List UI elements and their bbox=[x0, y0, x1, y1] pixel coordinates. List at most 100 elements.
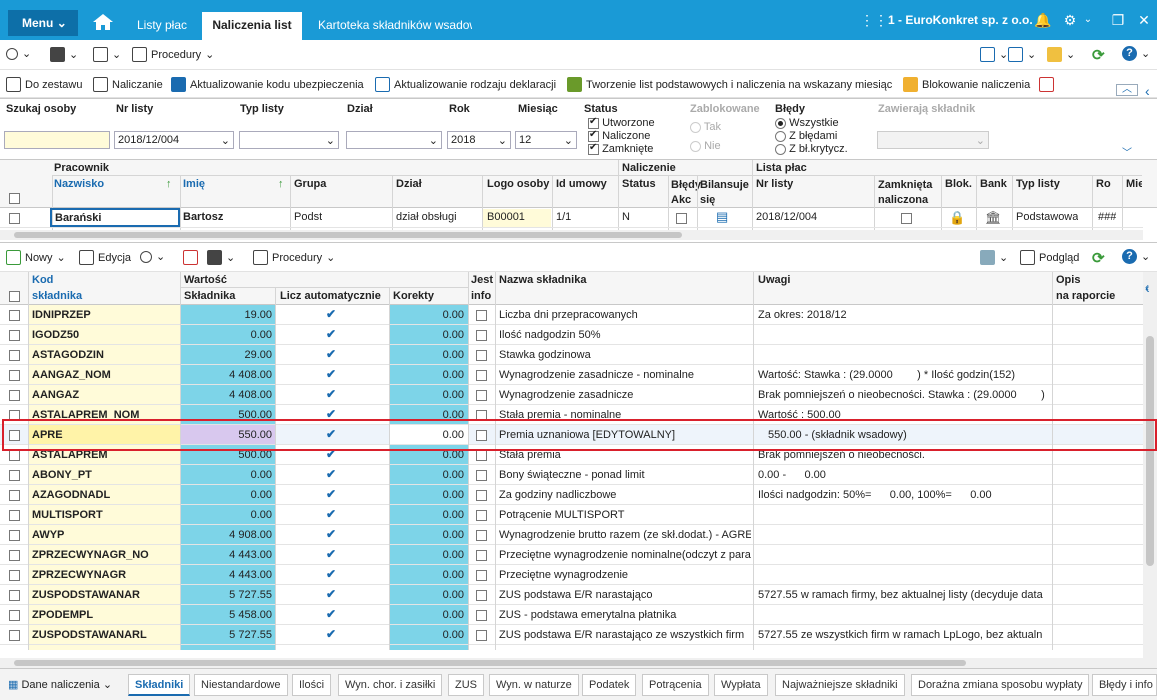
cell-uwagi[interactable]: Ilości nadgodzin: 50%= 0.00, 100%= 0.00 bbox=[758, 489, 1048, 501]
collapse-icon[interactable]: ︿ bbox=[1116, 84, 1138, 96]
cell-wartosc[interactable]: 5 727.55 bbox=[184, 629, 272, 641]
row-checkbox[interactable] bbox=[9, 212, 20, 224]
cell-wartosc[interactable]: 29.00 bbox=[184, 349, 272, 361]
col-blok[interactable]: Blok. bbox=[945, 178, 972, 190]
info-checkbox[interactable] bbox=[476, 609, 487, 621]
bledy-krytyczne[interactable]: Z bł.krytycz. bbox=[775, 143, 848, 155]
cell-kod[interactable]: ZUSPODSTAWANARB bbox=[32, 649, 178, 650]
row-checkbox[interactable] bbox=[9, 349, 20, 361]
col-ro[interactable]: Ro bbox=[1096, 178, 1111, 190]
checked-icon[interactable]: ✔ bbox=[326, 527, 336, 541]
col-status[interactable]: Status bbox=[622, 178, 656, 190]
checked-icon[interactable]: ✔ bbox=[326, 487, 336, 501]
table-row[interactable]: IDNIPRZEP 19.00 ✔ 0.00 Liczba dni przepracow… bbox=[0, 305, 1143, 325]
view-button[interactable]: ⌄ bbox=[980, 47, 1008, 62]
cell-korekty[interactable]: 0.00 bbox=[392, 489, 464, 501]
cell-kod[interactable]: AANGAZ_NOM bbox=[32, 369, 178, 381]
checkbox[interactable] bbox=[588, 116, 599, 129]
cell-kod[interactable]: ZPRZECWYNAGR bbox=[32, 569, 178, 581]
table-row[interactable]: IGODZ50 0.00 ✔ 0.00 Ilość nadgodzin 50% bbox=[0, 325, 1143, 345]
tab-bledy-info[interactable]: Błędy i info bbox=[1092, 674, 1157, 696]
table-row[interactable]: ZUSPODSTAWANARB 11 185.55 ✔ 0.00 ZUS podstaw… bbox=[0, 645, 1143, 650]
typ-listy-select[interactable]: ⌄ bbox=[239, 131, 339, 149]
cell-wartosc[interactable]: 4 443.00 bbox=[184, 549, 272, 561]
col-logo[interactable]: Logo osoby bbox=[487, 178, 549, 190]
row-checkbox[interactable] bbox=[9, 629, 20, 641]
sort-asc-icon[interactable]: ↑ bbox=[278, 178, 284, 190]
checked-icon[interactable]: ✔ bbox=[326, 547, 336, 561]
select-all-checkbox[interactable] bbox=[9, 192, 20, 204]
cell-kod[interactable]: ZUSPODSTAWANAR bbox=[32, 589, 178, 601]
tab-wyn-naturze[interactable]: Wyn. w naturze bbox=[489, 674, 579, 696]
print-button-2[interactable]: ⌄ bbox=[207, 250, 235, 265]
cell-nazwa[interactable]: Wynagrodzenie zasadnicze - nominalne bbox=[499, 369, 751, 381]
cell-dzial[interactable]: dział obsługi bbox=[396, 211, 457, 223]
col-uwagi[interactable]: Uwagi bbox=[758, 274, 790, 286]
podglad-button[interactable]: Podgląd bbox=[1020, 250, 1079, 265]
tab-wyplata[interactable]: Wypłata bbox=[714, 674, 768, 696]
status-utworzone[interactable]: Utworzone bbox=[588, 116, 655, 129]
info-checkbox[interactable] bbox=[476, 629, 487, 641]
checked-icon[interactable]: ✔ bbox=[326, 587, 336, 601]
cell-wartosc[interactable]: 4 908.00 bbox=[184, 529, 272, 541]
row-checkbox[interactable] bbox=[9, 309, 20, 321]
blokowanie-button[interactable]: Blokowanie naliczenia bbox=[903, 77, 1030, 92]
delete-list-icon[interactable] bbox=[1039, 77, 1054, 92]
bledy-checkbox[interactable] bbox=[676, 212, 687, 224]
tab-skladniki[interactable]: Składniki bbox=[128, 674, 191, 696]
cell-nazwa[interactable]: Stawka godzinowa bbox=[499, 349, 751, 361]
do-zestawu-button[interactable]: Do zestawu bbox=[6, 77, 82, 92]
cell-nazwa[interactable]: ZUS - podstawa emerytalna płatnika bbox=[499, 609, 751, 621]
zamknieta-checkbox[interactable] bbox=[901, 212, 912, 224]
cell-uwagi[interactable]: Za okres: 2018/12 bbox=[758, 309, 1048, 321]
cell-korekty[interactable]: 0.00 bbox=[392, 509, 464, 521]
tab-najwazniejsze[interactable]: Najważniejsze składniki bbox=[775, 674, 905, 696]
cell-kod[interactable]: ZPODEMPL bbox=[32, 609, 178, 621]
cell-korekty[interactable]: 0.00 bbox=[392, 329, 464, 341]
cell-wartosc[interactable]: 19.00 bbox=[184, 309, 272, 321]
info-checkbox[interactable] bbox=[476, 369, 487, 381]
tab-listy-plac[interactable]: Listy płac bbox=[137, 18, 187, 32]
row-checkbox[interactable] bbox=[9, 329, 20, 341]
col-kod-2[interactable]: składnika bbox=[32, 290, 82, 302]
cell-kod[interactable]: ASTAGODZIN bbox=[32, 349, 178, 361]
cell-nazwa[interactable]: Liczba dni przepracowanych bbox=[499, 309, 751, 321]
row-checkbox[interactable] bbox=[9, 469, 20, 481]
cell-uwagi[interactable]: 0.00 - 0.00 bbox=[758, 469, 1048, 481]
cell-korekty[interactable]: 0.00 bbox=[392, 649, 464, 650]
table-row[interactable]: ZPODEMPL 5 458.00 ✔ 0.00 ZUS - podstawa emer… bbox=[0, 605, 1143, 625]
cell-nazwa[interactable]: Przeciętne wynagrodzenie bbox=[499, 569, 751, 581]
cell-nr-listy[interactable]: 2018/12/004 bbox=[756, 211, 817, 223]
col-dzial[interactable]: Dział bbox=[396, 178, 422, 190]
print-button[interactable]: ⌄ bbox=[50, 47, 78, 62]
chevron-down-icon[interactable]: ⌄ bbox=[1080, 12, 1096, 28]
search-button[interactable]: ⌄ bbox=[6, 47, 31, 60]
col-zamknieta[interactable]: Zamknięta naliczona bbox=[878, 178, 938, 208]
cell-nazwisko[interactable]: Barański bbox=[50, 208, 180, 227]
chevron-left-icon[interactable]: ‹ bbox=[1145, 280, 1150, 296]
cell-typ-listy[interactable]: Podstawowa bbox=[1016, 211, 1078, 223]
table-row[interactable]: ZPRZECWYNAGR_NO 4 443.00 ✔ 0.00 Przeciętne w… bbox=[0, 545, 1143, 565]
cell-uwagi[interactable]: Wartość: Stawka : (29.0000 ) * Ilość god… bbox=[758, 369, 1048, 381]
cell-korekty[interactable]: 0.00 bbox=[392, 589, 464, 601]
cell-wartosc[interactable]: 5 458.00 bbox=[184, 609, 272, 621]
rok-select[interactable]: 2018 ⌄ bbox=[447, 131, 511, 149]
info-checkbox[interactable] bbox=[476, 309, 487, 321]
checked-icon[interactable]: ✔ bbox=[326, 387, 336, 401]
search-button-2[interactable]: ⌄ bbox=[140, 250, 165, 263]
col-licz-auto[interactable]: Licz automatycznie bbox=[280, 290, 381, 302]
v-scrollbar[interactable] bbox=[1143, 272, 1157, 668]
cell-nazwa[interactable]: Przeciętne wynagrodzenie nominalne(odczy… bbox=[499, 549, 751, 561]
cell-uwagi[interactable]: Brak pomniejszeń o nieobecności. Stawka … bbox=[758, 389, 1048, 401]
col-imie[interactable]: Imię bbox=[183, 178, 205, 190]
col-jest-info-2[interactable]: info bbox=[471, 290, 491, 302]
cell-nazwa[interactable]: Wynagrodzenie zasadnicze bbox=[499, 389, 751, 401]
checked-icon[interactable]: ✔ bbox=[326, 307, 336, 321]
cell-korekty[interactable]: 0.00 bbox=[392, 629, 464, 641]
table-row[interactable]: MULTISPORT 0.00 ✔ 0.00 Potrącenie MULTISPORT bbox=[0, 505, 1143, 525]
cell-wartosc[interactable]: 0.00 bbox=[184, 489, 272, 501]
bledy-wszystkie[interactable]: Wszystkie bbox=[775, 117, 839, 129]
tab-wyn-chor[interactable]: Wyn. chor. i zasiłki bbox=[338, 674, 443, 696]
row-checkbox[interactable] bbox=[9, 609, 20, 621]
refresh-icon[interactable]: ⟳ bbox=[1092, 46, 1105, 64]
